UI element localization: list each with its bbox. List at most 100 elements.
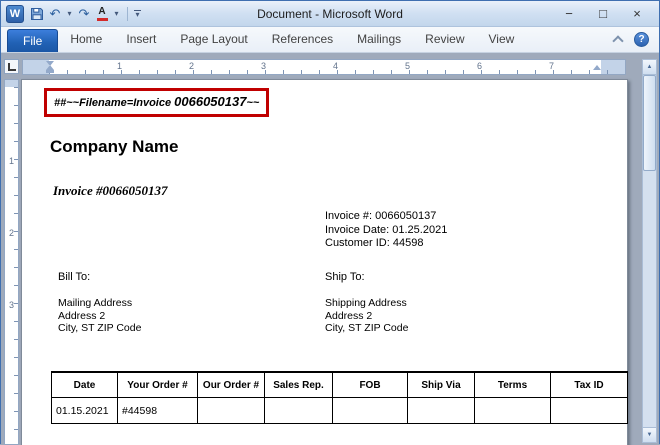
ruler-number: 3 <box>9 300 14 310</box>
undo-icon: ↶ <box>50 6 61 22</box>
customer-id-line: Customer ID: 44598 <box>325 237 447 251</box>
col-header-terms[interactable]: Terms <box>475 372 551 398</box>
company-name-heading[interactable]: Company Name <box>50 137 178 157</box>
filename-number: 0066050137 <box>174 94 246 109</box>
cell-date[interactable]: 01.15.2021 <box>52 398 118 424</box>
ship-address-line: Shipping Address <box>325 297 408 310</box>
scroll-up-button[interactable]: ▲ <box>643 60 656 75</box>
col-header-our-order[interactable]: Our Order # <box>198 372 265 398</box>
scrollbar-thumb[interactable] <box>643 75 656 171</box>
scroll-down-button[interactable]: ▼ <box>643 427 656 442</box>
ruler-top-margin <box>5 80 18 87</box>
col-header-your-order[interactable]: Your Order # <box>118 372 198 398</box>
tab-review[interactable]: Review <box>413 27 476 52</box>
col-header-tax-id[interactable]: Tax ID <box>551 372 628 398</box>
ship-address-line: Address 2 <box>325 310 408 323</box>
bill-address-line: Mailing Address <box>58 297 141 310</box>
col-header-fob[interactable]: FOB <box>333 372 408 398</box>
scroll-up-icon: ▲ <box>647 64 653 70</box>
col-header-date[interactable]: Date <box>52 372 118 398</box>
ship-to-label[interactable]: Ship To: <box>325 271 365 283</box>
vertical-ruler[interactable]: 1 2 3 <box>4 79 19 445</box>
bill-address-line: City, ST ZIP Code <box>58 322 141 335</box>
ruler-number: 2 <box>189 61 194 71</box>
undo-dropdown[interactable]: ▾ <box>65 5 74 23</box>
tab-references[interactable]: References <box>260 27 345 52</box>
qat-separator <box>127 7 128 21</box>
window-controls: − □ × <box>561 5 659 23</box>
col-header-sales-rep[interactable]: Sales Rep. <box>265 372 333 398</box>
quick-access-toolbar: W ↶ ▾ ↷ A ▾ ▾ <box>1 5 141 23</box>
cell-terms[interactable] <box>475 398 551 424</box>
cell-our-order[interactable] <box>198 398 265 424</box>
filename-annotation[interactable]: ##~~Filename=Invoice 0066050137~~ <box>44 88 269 117</box>
chevron-down-icon: ▾ <box>114 9 118 18</box>
tab-mailings[interactable]: Mailings <box>345 27 413 52</box>
bill-address-line: Address 2 <box>58 310 141 323</box>
invoice-number-line: Invoice #: 0066050137 <box>325 210 447 224</box>
ruler-number: 2 <box>9 228 14 238</box>
ruler-number: 5 <box>405 61 410 71</box>
redo-button[interactable]: ↷ <box>76 5 92 23</box>
right-indent-marker[interactable] <box>593 65 601 70</box>
horizontal-ruler[interactable]: 1 2 3 4 5 6 7 <box>22 59 626 75</box>
undo-button[interactable]: ↶ <box>47 5 63 23</box>
ruler-number: 7 <box>549 61 554 71</box>
left-indent-marker[interactable] <box>46 70 54 73</box>
tab-row-right: ? <box>614 32 659 52</box>
maximize-button[interactable]: □ <box>595 5 611 23</box>
chevron-down-icon: ▾ <box>135 12 139 18</box>
cell-fob[interactable] <box>333 398 408 424</box>
redo-icon: ↷ <box>79 6 90 22</box>
font-color-bar <box>97 18 108 21</box>
ruler-number: 1 <box>117 61 122 71</box>
cell-tax-id[interactable] <box>551 398 628 424</box>
invoice-heading[interactable]: Invoice #0066050137 <box>53 183 167 199</box>
scroll-down-icon: ▼ <box>647 432 653 438</box>
customize-qat-button[interactable]: ▾ <box>134 10 141 18</box>
ruler-number: 3 <box>261 61 266 71</box>
tab-stop-selector[interactable] <box>4 59 19 74</box>
ruler-number: 4 <box>333 61 338 71</box>
font-color-dropdown[interactable]: ▾ <box>112 5 121 23</box>
tab-home[interactable]: Home <box>58 27 114 52</box>
document-workspace: 1 2 3 4 5 6 7 1 2 3 ##~~Filename=Invoice… <box>1 53 659 445</box>
table-header-row: Date Your Order # Our Order # Sales Rep.… <box>52 372 628 398</box>
bill-to-label[interactable]: Bill To: <box>58 271 90 283</box>
col-header-ship-via[interactable]: Ship Via <box>408 372 475 398</box>
filename-prefix: ##~~Filename=Invoice <box>54 97 174 109</box>
tab-stop-left-icon <box>8 63 16 71</box>
document-page[interactable]: ##~~Filename=Invoice 0066050137~~ Compan… <box>21 79 628 445</box>
word-app-letter: W <box>10 8 20 20</box>
cell-sales-rep[interactable] <box>265 398 333 424</box>
font-color-button[interactable]: A <box>94 5 110 23</box>
bill-to-address[interactable]: Mailing Address Address 2 City, ST ZIP C… <box>58 297 141 335</box>
help-icon: ? <box>638 34 644 45</box>
cell-your-order[interactable]: #44598 <box>118 398 198 424</box>
filename-suffix: ~~ <box>246 97 259 109</box>
help-button[interactable]: ? <box>634 32 649 47</box>
ruler-number: 6 <box>477 61 482 71</box>
ship-address-line: City, ST ZIP Code <box>325 322 408 335</box>
ship-to-address[interactable]: Shipping Address Address 2 City, ST ZIP … <box>325 297 408 335</box>
invoice-date-line: Invoice Date: 01.25.2021 <box>325 224 447 238</box>
ruler-number: 1 <box>9 156 14 166</box>
font-color-icon: A <box>98 7 105 17</box>
word-window: W ↶ ▾ ↷ A ▾ ▾ Document - Microsoft Word … <box>0 0 660 444</box>
minimize-ribbon-icon[interactable] <box>612 35 623 46</box>
vertical-scrollbar[interactable]: ▲ ▼ <box>642 59 657 443</box>
tab-page-layout[interactable]: Page Layout <box>168 27 259 52</box>
ruler-ticks <box>14 87 18 444</box>
close-button[interactable]: × <box>629 5 645 23</box>
minimize-button[interactable]: − <box>561 5 577 23</box>
save-button[interactable] <box>29 5 45 23</box>
tab-view[interactable]: View <box>477 27 527 52</box>
titlebar: W ↶ ▾ ↷ A ▾ ▾ Document - Microsoft Word … <box>1 1 659 27</box>
save-icon <box>30 7 44 21</box>
tab-insert[interactable]: Insert <box>114 27 168 52</box>
word-app-icon[interactable]: W <box>6 5 24 23</box>
cell-ship-via[interactable] <box>408 398 475 424</box>
invoice-table: Date Your Order # Our Order # Sales Rep.… <box>51 371 628 424</box>
invoice-info-block[interactable]: Invoice #: 0066050137 Invoice Date: 01.2… <box>325 210 447 251</box>
file-tab[interactable]: File <box>7 29 58 52</box>
